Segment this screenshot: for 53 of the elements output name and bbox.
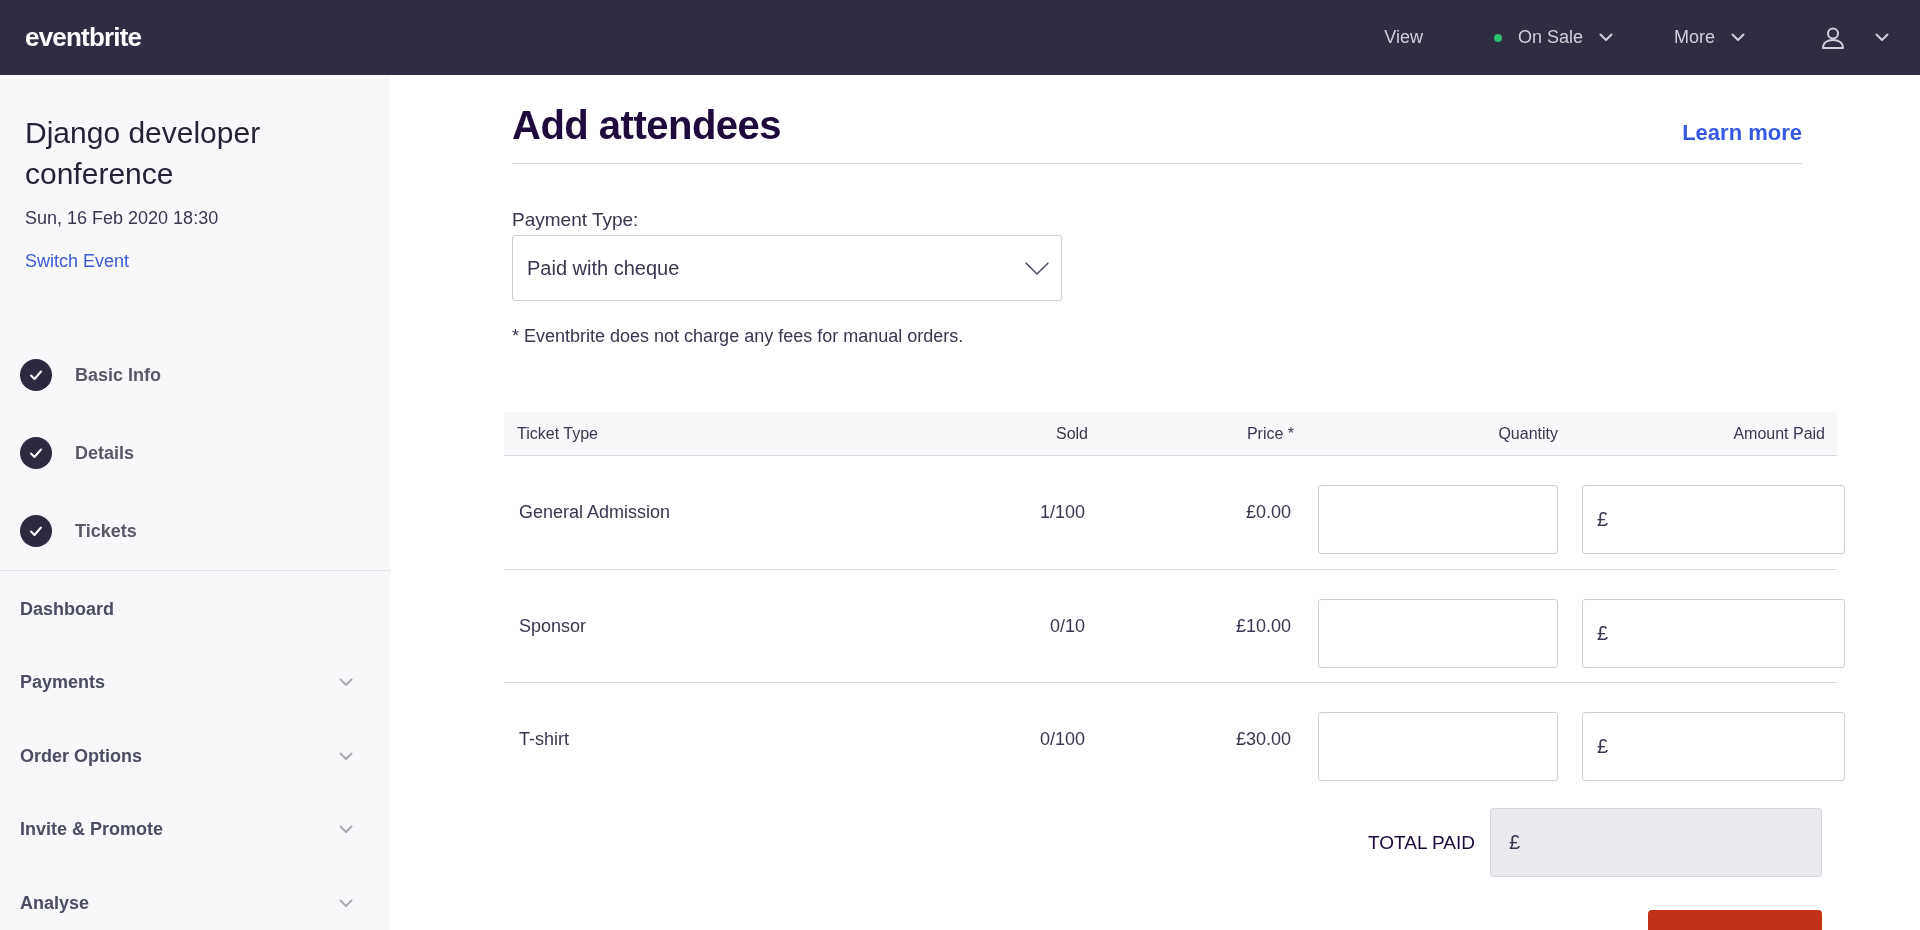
quantity-field[interactable] bbox=[1318, 711, 1558, 781]
total-label: TOTAL PAID bbox=[1368, 831, 1475, 854]
sidebar-item[interactable]: Analyse bbox=[0, 883, 390, 923]
column-header: Sold bbox=[1055, 424, 1088, 442]
column-header: Quantity bbox=[1498, 424, 1558, 442]
table-cell: T-shirt bbox=[519, 728, 569, 749]
column-header: Price * bbox=[1246, 424, 1294, 442]
status-dot-icon bbox=[1493, 33, 1502, 42]
status-menu[interactable]: On Sale bbox=[1493, 27, 1613, 48]
table-cell: £10.00 bbox=[1235, 615, 1291, 636]
table-cell: 0/100 bbox=[1039, 728, 1085, 749]
chevron-down-icon bbox=[1025, 261, 1049, 275]
step-link[interactable]: Basic Info bbox=[75, 364, 162, 386]
note-text: * Eventbrite does not charge any fees for manual orders. bbox=[512, 325, 964, 347]
table-cell: Sponsor bbox=[519, 615, 587, 636]
column-header: Amount Paid bbox=[1733, 424, 1825, 442]
sidebar-item[interactable]: Dashboard bbox=[0, 589, 390, 629]
table-cell: £30.00 bbox=[1235, 728, 1291, 749]
step-link[interactable]: Tickets bbox=[75, 520, 137, 542]
chevron-down-icon bbox=[339, 678, 353, 687]
table-cell: General Admission bbox=[519, 502, 671, 522]
chevron-down-icon bbox=[1731, 33, 1745, 42]
sidebar-item[interactable]: Order Options bbox=[0, 736, 390, 776]
chevron-down-icon bbox=[1875, 33, 1889, 42]
chevron-down-icon bbox=[339, 751, 353, 761]
sidebar-item[interactable]: Payments bbox=[0, 662, 390, 703]
user-icon bbox=[1822, 26, 1844, 49]
event-date: Sun, 16 Feb 2020 18:30 bbox=[25, 207, 219, 229]
field-label: Payment Type: bbox=[512, 208, 639, 232]
quantity-field[interactable] bbox=[1318, 598, 1558, 668]
amount-field[interactable]: £ bbox=[1582, 598, 1846, 668]
table-cell: £0.00 bbox=[1245, 502, 1291, 522]
learn-more-link[interactable]: Learn more bbox=[1682, 120, 1802, 146]
page-title: Add attendees bbox=[512, 102, 782, 149]
switch-event-link[interactable]: Switch Event bbox=[25, 250, 130, 272]
submit-button[interactable] bbox=[1648, 910, 1822, 930]
amount-field[interactable]: £ bbox=[1582, 711, 1846, 781]
table-cell: 1/100 bbox=[1039, 502, 1085, 522]
account-menu[interactable] bbox=[1822, 26, 1889, 49]
chevron-down-icon bbox=[1599, 33, 1613, 42]
event-title: Django developer conference bbox=[25, 115, 262, 192]
more-menu[interactable]: More bbox=[1674, 27, 1745, 48]
table-cell: 0/10 bbox=[1049, 615, 1085, 636]
column-header: Ticket Type bbox=[517, 424, 598, 442]
chevron-down-icon bbox=[339, 825, 353, 834]
brand-logo[interactable]: eventbrite bbox=[25, 22, 142, 53]
step-link[interactable]: Details bbox=[75, 442, 135, 464]
quantity-field[interactable] bbox=[1318, 485, 1558, 554]
view-link[interactable]: View bbox=[1384, 27, 1423, 48]
chevron-down-icon bbox=[339, 898, 353, 908]
sidebar-item[interactable]: Invite & Promote bbox=[0, 809, 390, 850]
payment-type-select[interactable]: Paid with cheque bbox=[512, 235, 1062, 301]
amount-field[interactable]: £ bbox=[1582, 485, 1846, 554]
